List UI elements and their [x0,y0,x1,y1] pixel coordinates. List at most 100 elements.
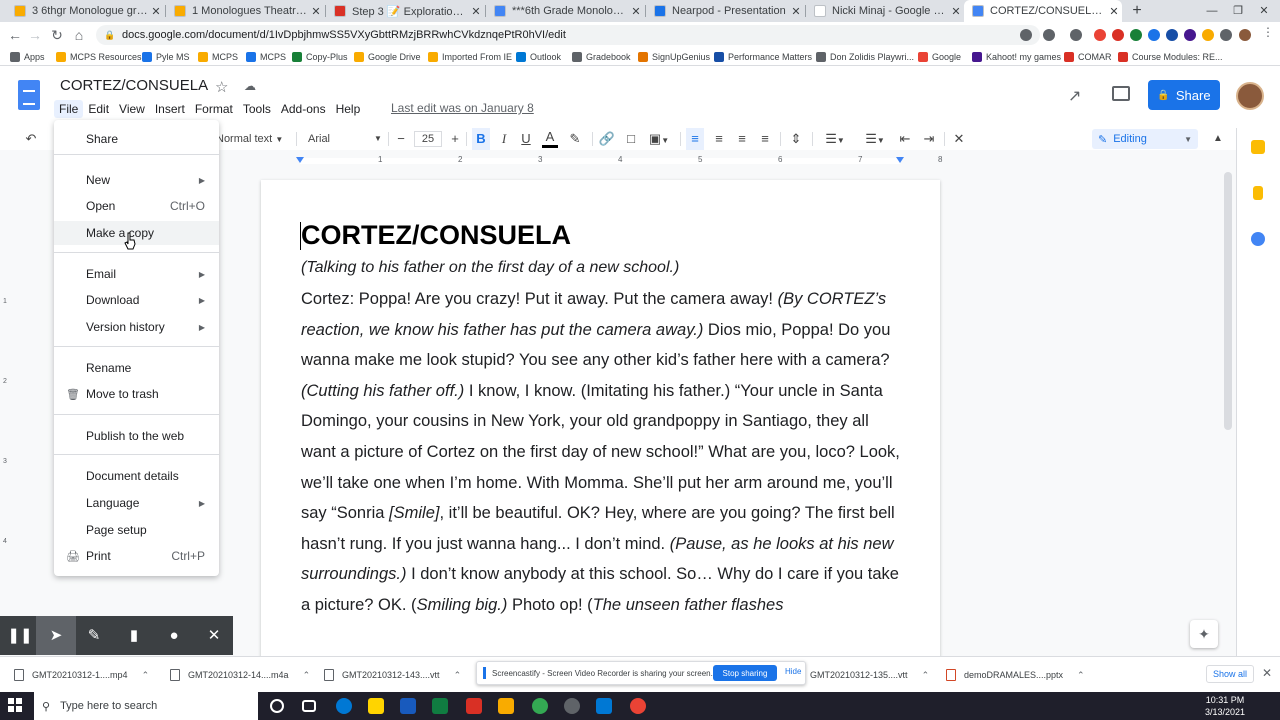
file-menu-new[interactable]: New ▶ [54,168,219,192]
share-page-icon[interactable] [1043,29,1055,41]
hide-button[interactable]: Hide [785,667,801,676]
chrome-icon[interactable] [532,698,548,714]
bookmark-item[interactable]: Apps [10,48,45,66]
pause-icon[interactable]: ❚❚ [0,616,40,655]
bookmark-item[interactable]: MCPS [246,48,286,66]
docs-logo-icon[interactable] [18,80,40,110]
keep-icon[interactable] [1253,186,1263,200]
task-view-icon[interactable] [302,700,316,712]
drive-extension-icon[interactable] [1130,29,1142,41]
tab-close-icon[interactable]: ✕ [948,5,964,18]
bookmark-item[interactable]: Copy-Plus [292,48,348,66]
app-icon[interactable] [596,698,612,714]
skype-icon[interactable] [336,698,352,714]
document-scrollbar[interactable] [1224,172,1232,430]
menu-insert[interactable]: Insert [150,100,190,118]
browser-tab[interactable]: Step 3 📝 Exploration: Select you✕ [326,0,484,22]
tab-close-icon[interactable]: ✕ [468,5,484,18]
decrease-font-size-icon[interactable]: − [394,128,408,150]
user-avatar[interactable] [1236,82,1264,110]
tab-close-icon[interactable]: ✕ [788,5,804,18]
bookmark-item[interactable]: Outlook [516,48,561,66]
file-menu-print[interactable]: 🖨 Print Ctrl+P [54,544,219,568]
download-options-icon[interactable]: ⌃ [922,670,930,681]
bookmark-item[interactable]: Imported From IE [428,48,512,66]
align-right-icon[interactable]: ≡ [733,128,751,150]
explore-icon[interactable]: ✦ [1190,620,1218,648]
minimize-icon[interactable]: — [1200,0,1224,22]
file-menu-language[interactable]: Language ▶ [54,491,219,515]
download-options-icon[interactable]: ⌃ [303,670,311,681]
bookmark-item[interactable]: SignUpGenius [638,48,710,66]
tab-close-icon[interactable]: ✕ [308,5,324,18]
italic-icon[interactable]: I [496,128,512,150]
zoom-icon[interactable] [1020,29,1032,41]
add-comment-icon[interactable]: □ [622,128,640,150]
close-window-icon[interactable]: ✕ [1252,0,1276,22]
tab-close-icon[interactable]: ✕ [148,5,164,18]
file-explorer-icon[interactable] [498,698,514,714]
new-tab-button[interactable]: + [1128,2,1146,20]
close-downloads-icon[interactable]: ✕ [1262,666,1272,680]
menu-edit[interactable]: Edit [83,100,114,118]
app-icon[interactable] [564,698,580,714]
line-spacing-icon[interactable]: ⇕ [786,128,806,150]
doc-title[interactable]: CORTEZ/CONSUELA [60,77,208,94]
increase-font-size-icon[interactable]: + [448,128,462,150]
browser-tab[interactable]: 3 6thgr Monologue gr6 - Google✕ [6,0,164,22]
close-icon[interactable]: ✕ [194,616,234,655]
chrome-icon[interactable] [630,698,646,714]
screencastify-icon[interactable] [1112,29,1124,41]
decrease-indent-icon[interactable]: ⇤ [896,128,914,150]
font-dropdown[interactable]: Arial ▼ [308,128,384,150]
font-size-input[interactable]: 25 [414,131,442,147]
bookmark-item[interactable]: Google [918,48,961,66]
align-justify-icon[interactable]: ≡ [756,128,774,150]
camera-icon[interactable]: ● [154,616,194,655]
file-menu-email[interactable]: Email ▶ [54,262,219,286]
extension-icon[interactable] [1166,29,1178,41]
increase-indent-icon[interactable]: ⇥ [920,128,938,150]
extension-icon[interactable] [1202,29,1214,41]
underline-icon[interactable]: U [518,128,534,150]
bookmark-item[interactable]: COMAR [1064,48,1112,66]
file-menu-publish-to-the-web[interactable]: Publish to the web [54,424,219,448]
taskbar-clock[interactable]: 10:31 PM 3/13/2021 [1200,694,1250,718]
url-bar[interactable]: 🔒 docs.google.com/document/d/1IvDpbjhmwS… [96,25,1040,45]
windows-start-icon[interactable] [8,698,22,712]
tasks-icon[interactable] [1251,232,1265,246]
activity-trend-icon[interactable]: ↗ [1068,86,1081,106]
bookmark-item[interactable]: Pyle MS [142,48,190,66]
bookmark-item[interactable]: Gradebook [572,48,631,66]
download-options-icon[interactable]: ⌃ [1077,670,1085,681]
file-menu-open[interactable]: Open Ctrl+O [54,194,219,218]
link-icon[interactable]: 🔗 [598,128,616,150]
numbered-list-icon[interactable]: ☰▼ [818,128,852,150]
forward-icon[interactable]: → [24,22,46,48]
browser-tab[interactable]: ***6th Grade Monologues*** - G✕ [486,0,644,22]
profile-avatar[interactable] [1239,29,1251,41]
undo-icon[interactable]: ↶ [22,128,40,150]
editing-mode-dropdown[interactable]: ✎ Editing ▼ [1092,129,1198,149]
download-item[interactable]: GMT20210312-143....vtt ⌃ [324,657,461,693]
restore-icon[interactable]: ❐ [1226,0,1250,22]
acrobat-icon[interactable] [466,698,482,714]
file-menu-move-to-trash[interactable]: 🗑 Move to trash [54,382,219,406]
bookmark-item[interactable]: Google Drive [354,48,421,66]
puzzle-icon[interactable] [1220,29,1232,41]
comment-icon[interactable] [1112,86,1130,101]
menu-help[interactable]: Help [331,100,366,118]
pen-icon[interactable]: ✎ [74,616,114,655]
bookmark-item[interactable]: Course Modules: RE... [1118,48,1223,66]
file-menu-make-a-copy[interactable]: Make a copy [54,221,219,245]
reload-icon[interactable]: ↻ [46,22,68,48]
menu-file[interactable]: File [54,100,84,118]
bulleted-list-icon[interactable]: ☰▼ [858,128,892,150]
calendar-icon[interactable] [1251,140,1265,154]
pointer-icon[interactable]: ➤ [36,616,76,655]
taskbar-search[interactable]: ⚲ Type here to search [34,692,258,720]
document-heading[interactable]: CORTEZ/CONSUELA [301,220,571,251]
highlight-icon[interactable]: ✎ [566,128,584,150]
menu-tools[interactable]: Tools [238,100,276,118]
cloud-status-icon[interactable]: ☁ [244,79,256,93]
